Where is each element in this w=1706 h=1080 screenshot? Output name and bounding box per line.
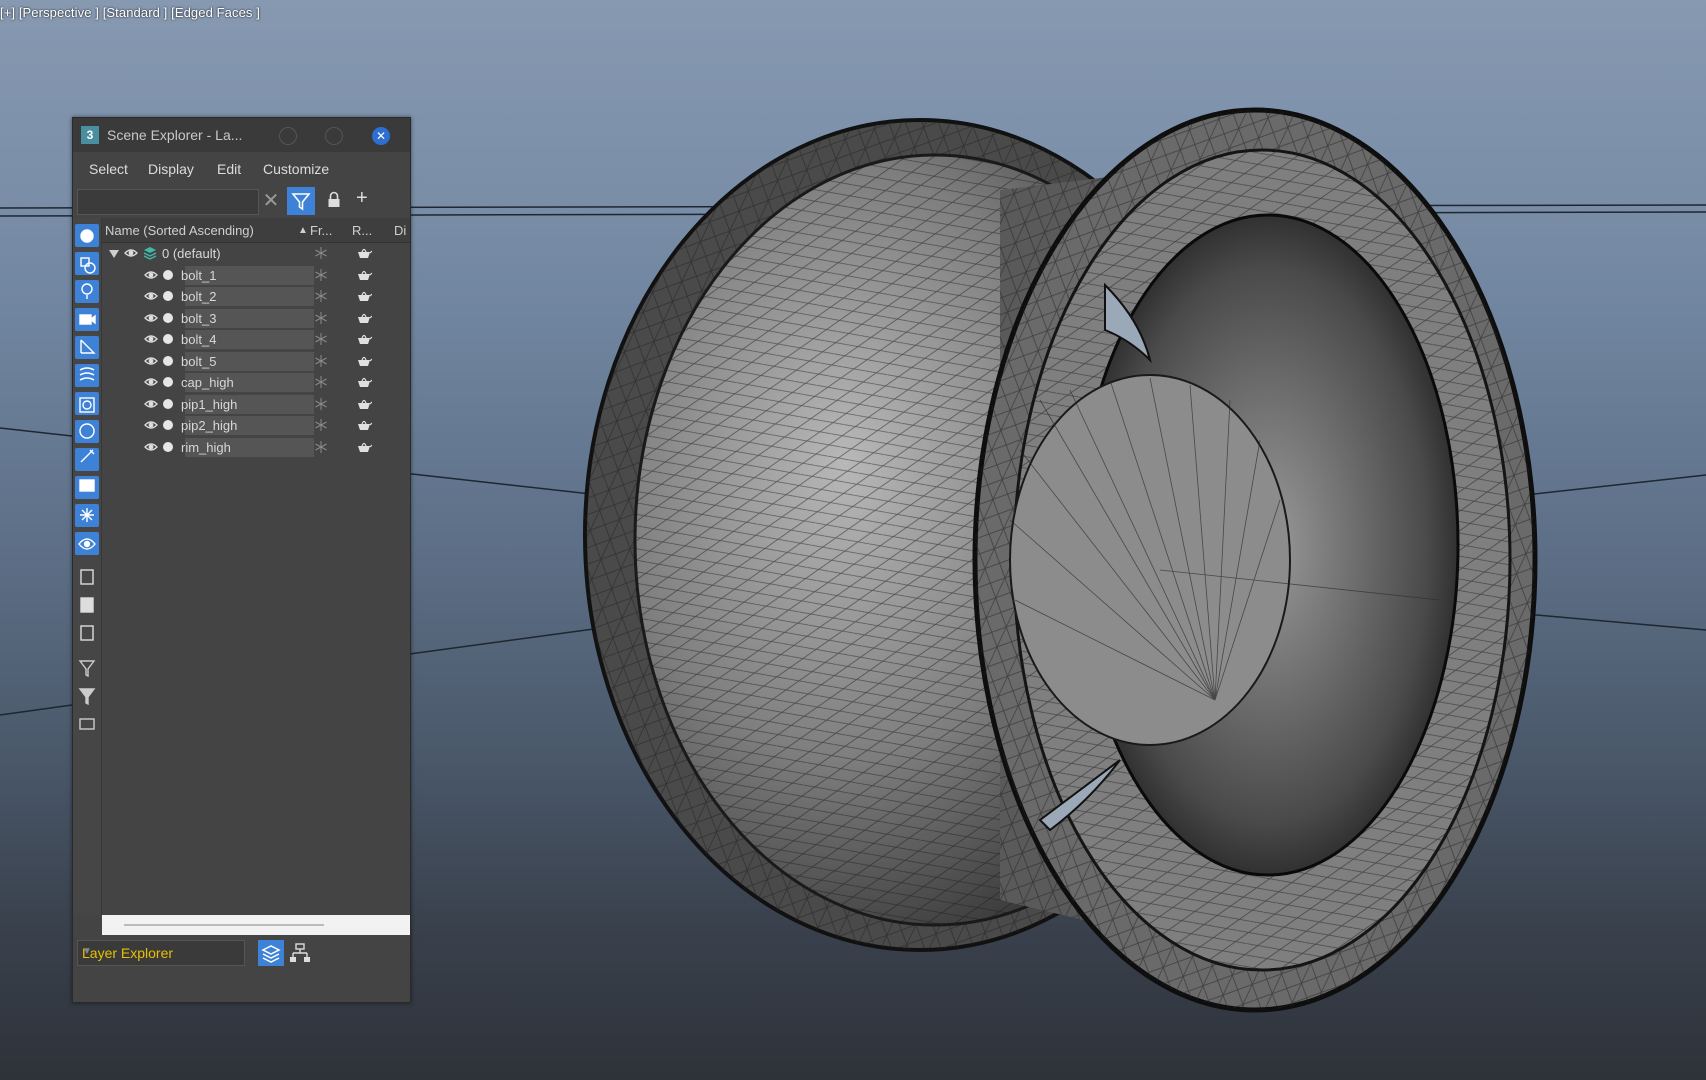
layer-stack-icon (143, 247, 157, 260)
add-layer-button[interactable]: + (356, 187, 368, 210)
layer-tree[interactable]: Name (Sorted Ascending) ▲ Fr... R... Di … (102, 218, 410, 915)
visibility-eye-icon[interactable] (144, 418, 158, 432)
visibility-eye-icon[interactable] (144, 397, 158, 411)
column-frozen[interactable]: Fr... (310, 223, 332, 238)
tree-row[interactable]: bolt_5 (102, 351, 410, 372)
lock-icon[interactable] (327, 191, 341, 209)
object-dot-icon (163, 399, 173, 409)
object-dot-icon (163, 377, 173, 387)
object-name: cap_high (181, 375, 234, 390)
freeze-snowflake-icon[interactable] (314, 246, 328, 260)
column-display[interactable]: Di (394, 223, 406, 238)
render-teapot-icon[interactable] (356, 268, 373, 282)
tree-row[interactable]: bolt_3 (102, 308, 410, 329)
object-name: bolt_5 (181, 354, 217, 369)
explorer-bottom-bar: Layer Explorer ▼ (73, 935, 410, 969)
object-name: pip2_high (181, 418, 238, 433)
sort-ascending-icon: ▲ (298, 225, 308, 236)
render-teapot-icon[interactable] (356, 397, 373, 411)
visibility-eye-icon[interactable] (144, 332, 158, 346)
render-teapot-icon[interactable] (356, 440, 373, 454)
object-name: bolt_1 (181, 268, 217, 283)
object-dot-icon (163, 334, 173, 344)
object-name: bolt_3 (181, 311, 217, 326)
hierarchy-icon[interactable] (288, 941, 312, 965)
visibility-eye-icon[interactable] (144, 268, 158, 282)
render-teapot-icon[interactable] (356, 332, 373, 346)
object-dot-icon (163, 420, 173, 430)
close-button[interactable]: ✕ (372, 127, 390, 145)
tree-row[interactable]: pip2_high (102, 415, 410, 436)
display-filter-toolbar (73, 218, 102, 915)
menu-edit[interactable]: Edit (217, 161, 241, 177)
clear-search-button[interactable]: ✕ (261, 188, 281, 213)
tree-header: Name (Sorted Ascending) ▲ Fr... R... Di (102, 218, 410, 243)
freeze-snowflake-icon[interactable] (314, 397, 328, 411)
tree-row[interactable]: bolt_4 (102, 329, 410, 350)
freeze-snowflake-icon[interactable] (314, 440, 328, 454)
render-teapot-icon[interactable] (356, 246, 373, 260)
object-dot-icon (163, 270, 173, 280)
tree-row[interactable]: bolt_1 (102, 265, 410, 286)
menu-bar: Select Display Edit Customize (73, 152, 410, 184)
freeze-snowflake-icon[interactable] (314, 418, 328, 432)
tree-row[interactable]: bolt_2 (102, 286, 410, 307)
explorer-toolbar: ✕ + (73, 184, 410, 218)
render-teapot-icon[interactable] (356, 375, 373, 389)
visibility-eye-icon[interactable] (144, 311, 158, 325)
filter-icon (291, 193, 311, 211)
freeze-snowflake-icon[interactable] (314, 311, 328, 325)
title-bar[interactable]: 3 Scene Explorer - La... ✕ (73, 118, 410, 152)
maximize-button[interactable] (325, 127, 343, 145)
scene-explorer-window: 3 Scene Explorer - La... ✕ Select Displa… (72, 117, 411, 1003)
horizontal-scrollbar[interactable] (102, 915, 410, 935)
side-toolbar-glyphs (78, 229, 96, 730)
freeze-snowflake-icon[interactable] (314, 289, 328, 303)
layer-name: 0 (default) (162, 246, 221, 261)
layer-row-default[interactable]: 0 (default) (102, 243, 410, 264)
column-name[interactable]: Name (Sorted Ascending) (105, 223, 254, 238)
menu-display[interactable]: Display (148, 161, 194, 177)
object-name: pip1_high (181, 397, 238, 412)
layers-icon (261, 945, 281, 963)
visibility-eye-icon[interactable] (144, 289, 158, 303)
render-teapot-icon[interactable] (356, 289, 373, 303)
object-dot-icon (163, 313, 173, 323)
visibility-eye-icon[interactable] (144, 354, 158, 368)
scrollbar-thumb[interactable] (124, 924, 324, 926)
tree-row[interactable]: rim_high (102, 437, 410, 458)
freeze-snowflake-icon[interactable] (314, 354, 328, 368)
render-teapot-icon[interactable] (356, 418, 373, 432)
column-render[interactable]: R... (352, 223, 372, 238)
menu-select[interactable]: Select (89, 161, 128, 177)
visibility-eye-icon[interactable] (144, 375, 158, 389)
chevron-down-icon: ▼ (82, 946, 92, 957)
object-name: rim_high (181, 440, 231, 455)
render-teapot-icon[interactable] (356, 311, 373, 325)
explorer-mode-dropdown[interactable]: Layer Explorer ▼ (77, 940, 245, 966)
window-title: Scene Explorer - La... (107, 127, 243, 143)
object-name: bolt_2 (181, 289, 217, 304)
sort-by-layer-button[interactable] (258, 940, 284, 966)
object-dot-icon (163, 442, 173, 452)
visibility-eye-icon[interactable] (124, 246, 138, 260)
wheel-model[interactable] (583, 107, 1538, 1013)
freeze-snowflake-icon[interactable] (314, 375, 328, 389)
visibility-eye-icon[interactable] (144, 440, 158, 454)
render-teapot-icon[interactable] (356, 354, 373, 368)
search-input[interactable] (77, 189, 259, 215)
viewport-label[interactable]: [+] [Perspective ] [Standard ] [Edged Fa… (0, 5, 260, 20)
freeze-snowflake-icon[interactable] (314, 268, 328, 282)
tree-row[interactable]: cap_high (102, 372, 410, 393)
app-icon: 3 (81, 126, 99, 144)
menu-customize[interactable]: Customize (263, 161, 329, 177)
object-name: bolt_4 (181, 332, 217, 347)
object-dot-icon (163, 356, 173, 366)
freeze-snowflake-icon[interactable] (314, 332, 328, 346)
expand-arrow-icon[interactable] (108, 249, 120, 259)
object-dot-icon (163, 291, 173, 301)
minimize-button[interactable] (279, 127, 297, 145)
tree-row[interactable]: pip1_high (102, 394, 410, 415)
filter-toggle-button[interactable] (287, 187, 315, 215)
